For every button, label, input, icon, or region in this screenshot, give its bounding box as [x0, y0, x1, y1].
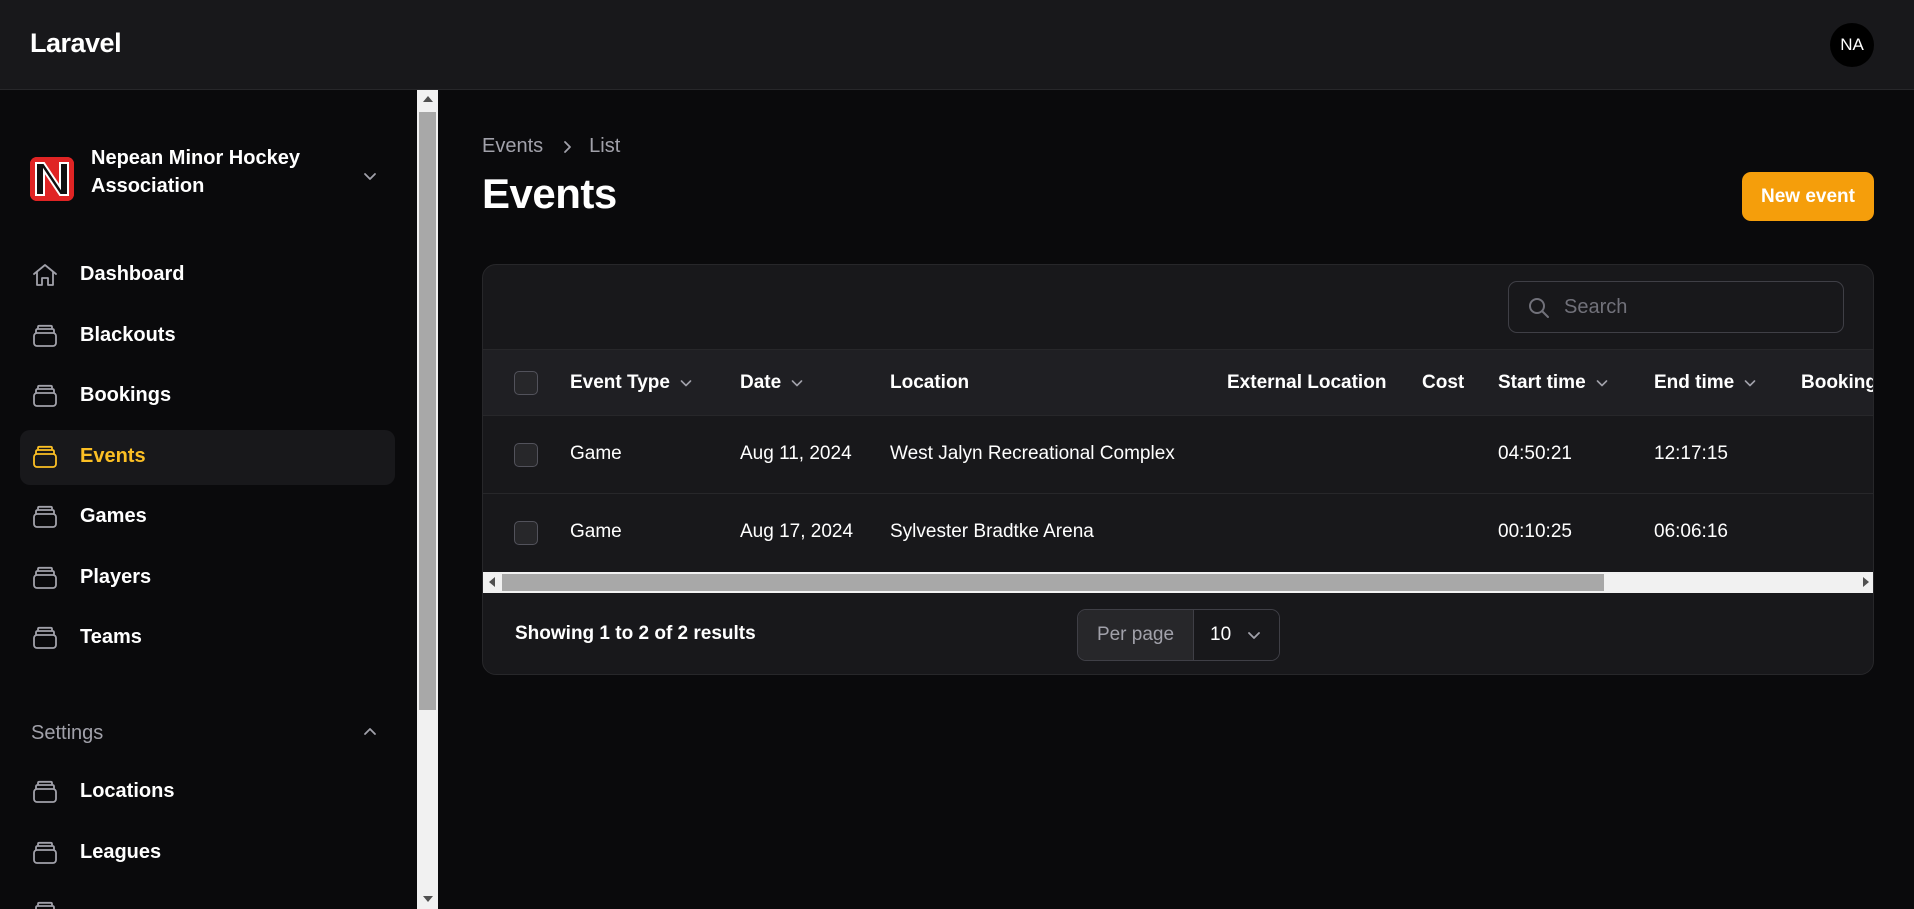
per-page-value: 10 — [1210, 624, 1232, 645]
sidebar-item-dashboard[interactable]: Dashboard — [20, 248, 395, 303]
home-icon — [33, 264, 57, 286]
sidebar-item-blackouts[interactable]: Blackouts — [20, 309, 395, 364]
results-summary: Showing 1 to 2 of 2 results — [515, 623, 756, 644]
cell-location: West Jalyn Recreational Complex — [890, 443, 1175, 464]
sidebar-item-label: Dashboard — [80, 263, 185, 285]
column-header-start-time[interactable]: Start time — [1498, 372, 1609, 394]
table-header: Event Type Date Location External Locati… — [483, 349, 1874, 416]
breadcrumb-events-link[interactable]: Events — [482, 135, 543, 158]
top-bar: Laravel NA — [0, 0, 1914, 90]
sidebar-item-label: Events — [80, 445, 146, 467]
cell-start-time: 00:10:25 — [1498, 521, 1572, 542]
row-checkbox[interactable] — [514, 443, 538, 467]
sidebar-item-bookings[interactable]: Bookings — [20, 369, 395, 424]
sidebar-item-label: Teams — [80, 626, 142, 648]
user-avatar[interactable]: NA — [1830, 23, 1874, 67]
cell-date: Aug 11, 2024 — [740, 443, 852, 464]
per-page-control[interactable]: Per page 10 — [1077, 609, 1280, 661]
stack-icon — [33, 384, 57, 407]
sidebar-item-label: Bookings — [80, 384, 172, 406]
page-title: Events — [482, 170, 617, 217]
cell-location: Sylvester Bradtke Arena — [890, 521, 1094, 542]
scroll-up-arrow-icon[interactable] — [423, 96, 433, 102]
stack-icon — [33, 566, 57, 589]
stack-icon — [33, 324, 57, 347]
cell-event-type: Game — [570, 443, 622, 464]
search-icon — [1529, 298, 1549, 318]
column-header-event-type[interactable]: Event Type — [570, 372, 693, 394]
table-horizontal-scrollbar[interactable] — [483, 572, 1873, 593]
tenant-name: Nepean Minor Hockey Association — [91, 147, 300, 197]
column-header-location: Location — [890, 372, 970, 393]
column-header-cost: Cost — [1422, 372, 1465, 393]
scrollbar-thumb[interactable] — [502, 574, 1604, 591]
scroll-down-arrow-icon[interactable] — [423, 896, 433, 902]
cell-event-type: Game — [570, 521, 622, 542]
column-header-end-time[interactable]: End time — [1654, 372, 1757, 394]
sidebar-item-events[interactable]: Events — [20, 430, 395, 485]
table-row[interactable]: Game Aug 17, 2024 Sylvester Bradtke Aren… — [483, 494, 1873, 572]
chevron-down-icon — [680, 380, 692, 387]
sidebar-item-partial[interactable] — [20, 886, 395, 909]
sidebar-item-label: Blackouts — [80, 324, 176, 346]
brand-logo[interactable]: Laravel — [30, 28, 122, 59]
sidebar-item-label: Leagues — [80, 841, 162, 863]
scroll-left-arrow-icon[interactable] — [489, 577, 495, 587]
stack-icon — [33, 505, 57, 528]
sidebar-item-leagues[interactable]: Leagues — [20, 826, 395, 881]
breadcrumb-current: List — [589, 135, 621, 157]
sidebar-item-locations[interactable]: Locations — [20, 765, 395, 820]
search-box[interactable] — [1508, 281, 1844, 333]
sidebar-item-label: Locations — [80, 780, 175, 802]
tenant-logo-icon — [30, 157, 74, 201]
sidebar-item-players[interactable]: Players — [20, 551, 395, 606]
new-event-button[interactable]: New event — [1742, 172, 1874, 221]
tenant-switcher[interactable]: Nepean Minor Hockey Association — [30, 144, 380, 208]
chevron-down-icon — [1744, 380, 1756, 387]
sidebar-item-label: Games — [80, 505, 147, 527]
column-header-booking: Booking — [1801, 372, 1874, 393]
cell-end-time: 06:06:16 — [1654, 521, 1728, 542]
cell-start-time: 04:50:21 — [1498, 443, 1572, 464]
sidebar-item-teams[interactable]: Teams — [20, 611, 395, 666]
breadcrumb: Events List — [482, 135, 620, 158]
chevron-down-icon — [1596, 380, 1607, 387]
stack-icon — [33, 445, 57, 468]
cell-end-time: 12:17:15 — [1654, 443, 1728, 464]
table-row[interactable]: Game Aug 11, 2024 West Jalyn Recreationa… — [483, 416, 1873, 494]
chevron-down-icon — [1248, 632, 1260, 639]
stack-icon — [35, 901, 55, 909]
cell-date: Aug 17, 2024 — [740, 521, 854, 542]
stack-icon — [33, 841, 57, 864]
sidebar-item-games[interactable]: Games — [20, 490, 395, 545]
chevron-up-icon[interactable] — [362, 724, 378, 740]
sidebar-item-label: Players — [80, 566, 152, 588]
row-checkbox[interactable] — [514, 521, 538, 545]
select-all-checkbox[interactable] — [514, 371, 538, 395]
per-page-label: Per page — [1078, 610, 1194, 660]
scrollbar-thumb[interactable] — [419, 112, 436, 710]
chevron-down-icon — [791, 380, 803, 387]
chevron-right-icon — [564, 140, 572, 153]
settings-group-label[interactable]: Settings — [31, 722, 103, 745]
chevron-down-icon — [364, 173, 376, 180]
per-page-select[interactable]: 10 — [1194, 610, 1279, 660]
scroll-right-arrow-icon[interactable] — [1863, 577, 1869, 587]
stack-icon — [33, 780, 57, 803]
column-header-external-location: External Location — [1227, 372, 1387, 393]
events-table-card: Event Type Date Location External Locati… — [482, 264, 1874, 675]
search-input[interactable] — [1564, 282, 1834, 332]
sidebar-scrollbar[interactable] — [417, 90, 438, 909]
column-header-date[interactable]: Date — [740, 372, 804, 394]
sidebar: Nepean Minor Hockey Association Dashboar… — [0, 90, 417, 909]
stack-icon — [33, 626, 57, 649]
